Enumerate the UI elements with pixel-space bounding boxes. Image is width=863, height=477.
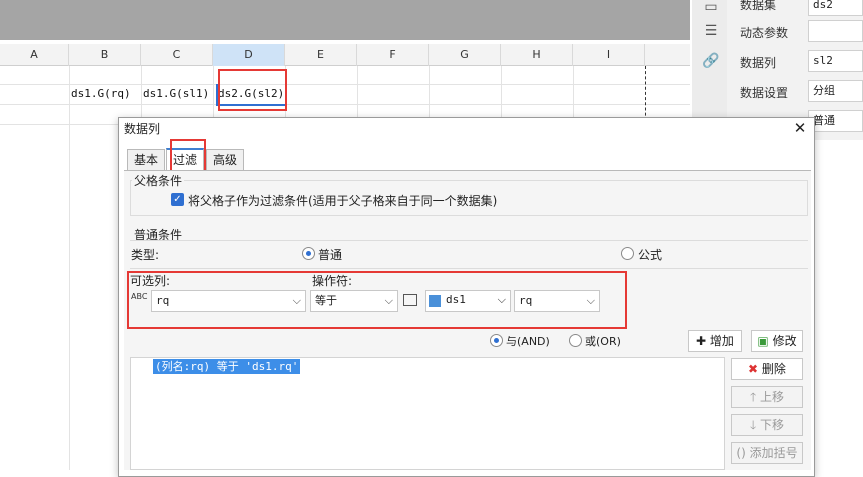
hyperlink-icon[interactable]: 🔗 xyxy=(702,54,720,68)
and-radio[interactable] xyxy=(490,334,503,347)
move-down-label: 下移 xyxy=(760,418,785,432)
divider xyxy=(130,268,808,269)
data-setting-label: 数据设置 xyxy=(740,86,789,100)
close-icon[interactable]: ✕ xyxy=(792,120,808,136)
dataset-value: ds2 xyxy=(813,0,833,11)
data-setting-select[interactable]: 分组 xyxy=(808,80,863,102)
dataset-select[interactable]: ds2 xyxy=(808,0,863,16)
highlight-box xyxy=(127,271,627,329)
and-label: 与(AND) xyxy=(506,335,550,348)
type-formula-label: 公式 xyxy=(638,248,663,262)
dialog-title: 数据列 xyxy=(124,122,161,136)
tab-basic[interactable]: 基本 xyxy=(127,149,166,171)
column-header-g[interactable]: G xyxy=(429,44,501,66)
column-header-b[interactable]: B xyxy=(69,44,141,66)
dynamic-param-label: 动态参数 xyxy=(740,26,789,40)
arrow-down-icon: 🡓 xyxy=(749,418,761,432)
grid-line xyxy=(69,66,70,470)
highlight-box xyxy=(218,69,287,111)
dynamic-param-field[interactable] xyxy=(808,20,863,42)
column-header-row: A B C D E F G H I xyxy=(0,44,690,66)
tab-advanced[interactable]: 高级 xyxy=(206,149,245,171)
or-radio[interactable] xyxy=(569,334,582,347)
add-button-label: 增加 xyxy=(709,334,734,348)
move-up-button[interactable]: 🡑 上移 xyxy=(731,386,803,408)
bracket-icon: () xyxy=(736,446,750,460)
delete-button-label: 删除 xyxy=(761,362,786,376)
column-header-f[interactable]: F xyxy=(357,44,429,66)
add-button[interactable]: ✚ 增加 xyxy=(688,330,742,352)
data-setting-value: 分组 xyxy=(813,84,835,97)
add-bracket-label: 添加括号 xyxy=(749,446,798,460)
cell-b2[interactable]: ds1.G(rq) xyxy=(71,84,139,104)
modify-button-label: 修改 xyxy=(772,334,797,348)
dataset-label: 数据集 xyxy=(740,0,777,12)
delete-icon: ✖ xyxy=(748,362,762,376)
add-bracket-button[interactable]: () 添加括号 xyxy=(731,442,803,464)
column-header-a[interactable]: A xyxy=(0,44,69,66)
type-label: 类型: xyxy=(131,248,160,262)
parent-filter-label: 将父格子作为过滤条件(适用于父子格来自于同一个数据集) xyxy=(188,194,498,208)
column-header-h[interactable]: H xyxy=(501,44,573,66)
arrow-up-icon: 🡑 xyxy=(749,390,761,404)
condition-item[interactable]: (列名:rq) 等于 'ds1.rq' xyxy=(153,359,301,374)
type-normal-label: 普通 xyxy=(318,248,343,262)
delete-button[interactable]: ✖ 删除 xyxy=(731,358,803,380)
data-column-field[interactable]: sl2 xyxy=(808,50,863,72)
modify-button[interactable]: ▣ 修改 xyxy=(751,330,803,352)
move-up-label: 上移 xyxy=(760,390,785,404)
cell-c2[interactable]: ds1.G(sl1) xyxy=(143,84,211,104)
divider xyxy=(130,240,808,241)
type-normal-radio[interactable] xyxy=(302,247,315,260)
grid-line xyxy=(0,104,690,105)
edit-icon: ▣ xyxy=(757,334,773,348)
parent-condition-title: 父格条件 xyxy=(132,172,185,189)
aggregate-value: 普通 xyxy=(813,114,835,127)
column-header-e[interactable]: E xyxy=(285,44,357,66)
toolbar-area xyxy=(0,0,690,40)
data-column-label: 数据列 xyxy=(740,56,777,70)
column-header-c[interactable]: C xyxy=(141,44,213,66)
cell-element-icon[interactable]: ▭ xyxy=(702,0,720,14)
cell-attribute-icon[interactable]: ☰ xyxy=(702,24,720,38)
plus-icon: ✚ xyxy=(696,334,710,348)
column-header-d[interactable]: D xyxy=(213,44,285,66)
parent-filter-checkbox[interactable]: ✓ xyxy=(171,193,184,206)
column-header-i[interactable]: I xyxy=(573,44,645,66)
aggregate-select[interactable]: 普通 xyxy=(808,110,863,132)
data-column-value: sl2 xyxy=(813,54,833,67)
move-down-button[interactable]: 🡓 下移 xyxy=(731,414,803,436)
type-formula-radio[interactable] xyxy=(621,247,634,260)
or-label: 或(OR) xyxy=(585,335,621,348)
